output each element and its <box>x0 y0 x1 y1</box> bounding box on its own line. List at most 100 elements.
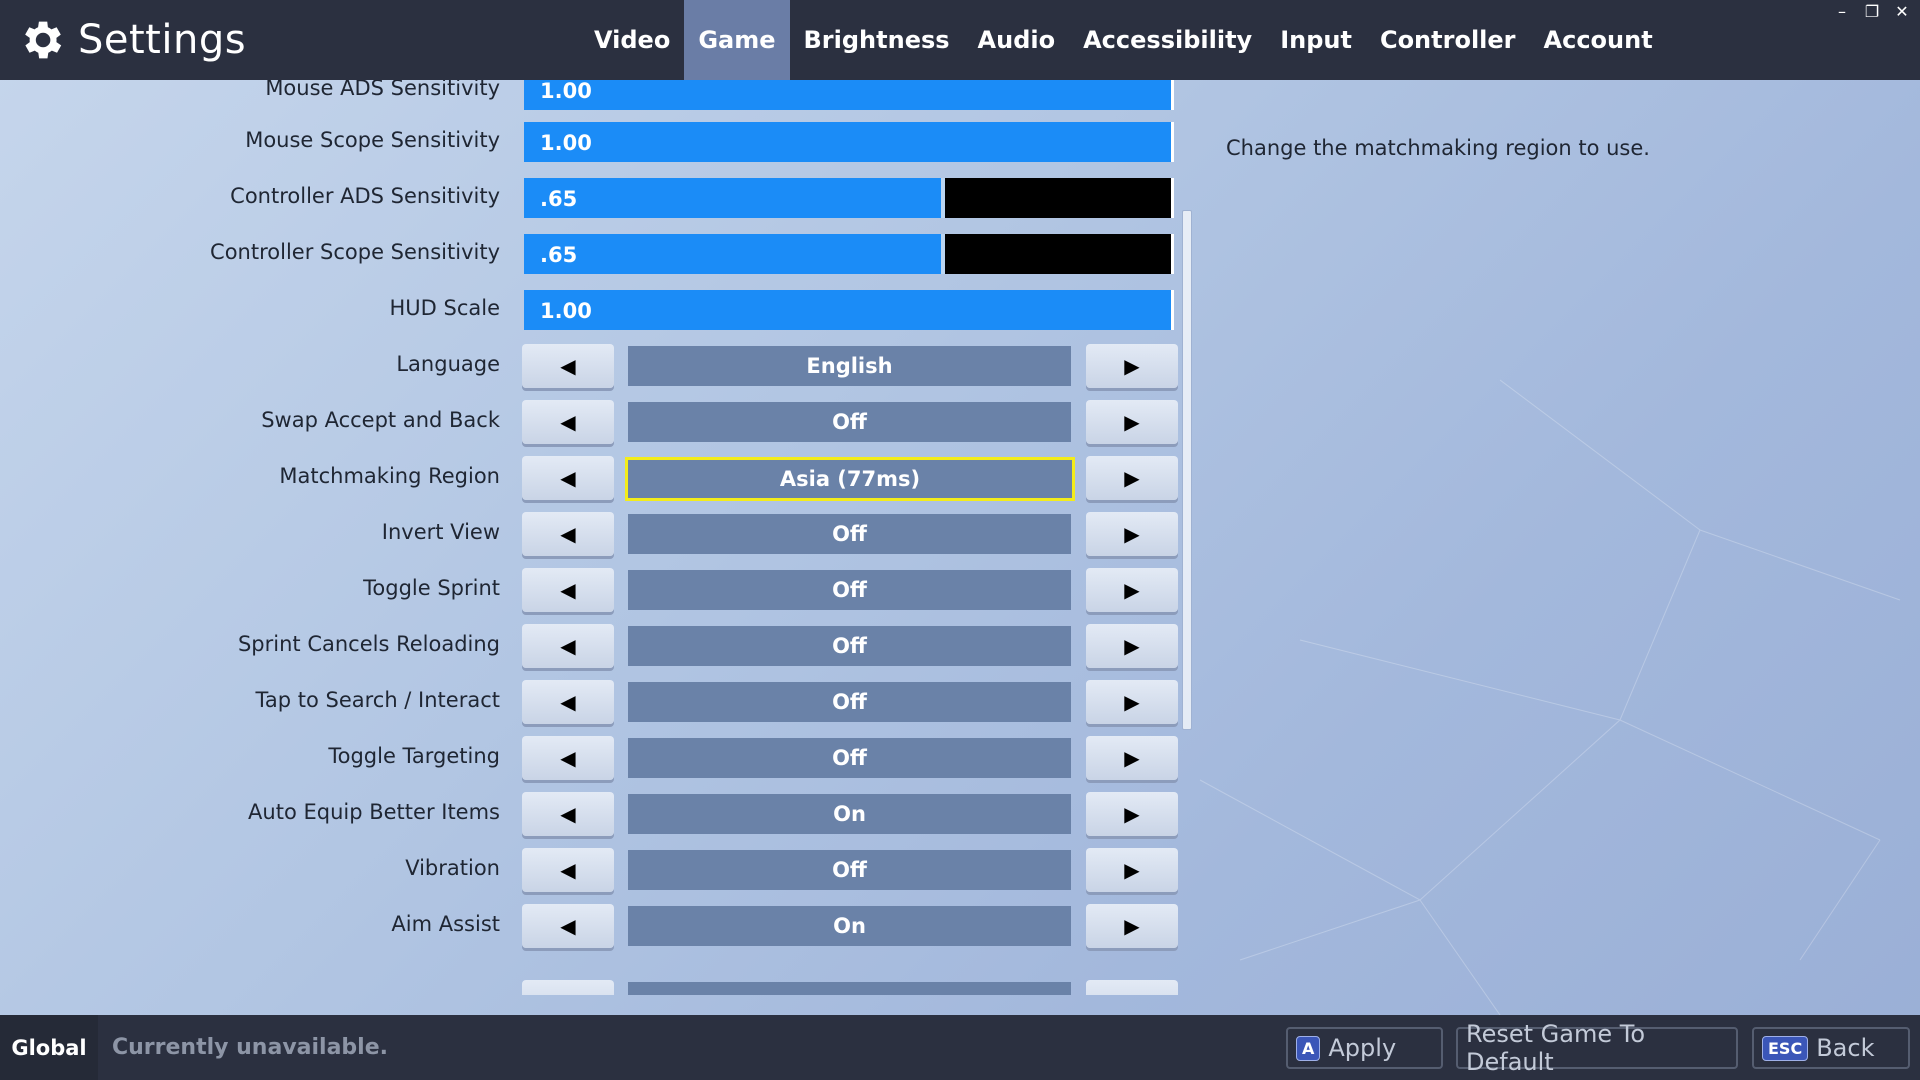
previous-arrow-button[interactable]: ◀ <box>522 848 614 892</box>
bottom-bar: Global Currently unavailable. A Apply Re… <box>0 1015 1920 1080</box>
page-title: Settings <box>78 17 247 63</box>
back-label: Back <box>1816 1034 1875 1062</box>
setting-label: Controller Scope Sensitivity <box>210 240 500 264</box>
esc-key-badge: ESC <box>1762 1035 1809 1061</box>
next-arrow-button[interactable]: ▶ <box>1086 904 1178 948</box>
setting-label: Vibration <box>405 856 500 880</box>
setting-row-toggle-sprint: Toggle Sprint ◀ Off ▶ <box>0 566 1200 612</box>
setting-row-controller-ads-sensitivity: Controller ADS Sensitivity .65 <box>0 174 1200 218</box>
controller-scope-sensitivity-slider[interactable]: .65 <box>524 234 1174 274</box>
a-key-badge: A <box>1296 1035 1321 1061</box>
invert-view-value: Off <box>628 514 1071 554</box>
auto-equip-better-items-value: On <box>628 794 1071 834</box>
hud-scale-slider[interactable]: 1.00 <box>524 290 1174 330</box>
previous-arrow-button[interactable]: ◀ <box>522 904 614 948</box>
setting-label: Mouse ADS Sensitivity <box>265 80 500 100</box>
gear-icon <box>25 21 62 59</box>
back-button[interactable]: ESC Back <box>1752 1027 1910 1069</box>
reset-game-to-default-button[interactable]: Reset Game To Default <box>1456 1020 1738 1076</box>
setting-label: Language <box>396 352 500 376</box>
slider-fill <box>524 80 1171 110</box>
setting-label: Aim Assist <box>391 912 500 936</box>
setting-row-tap-to-search-interact: Tap to Search / Interact ◀ Off ▶ <box>0 678 1200 724</box>
setting-row-aim-assist: Aim Assist ◀ On ▶ <box>0 902 1200 948</box>
slider-value: .65 <box>540 243 578 267</box>
scope-label: Global <box>0 1015 98 1080</box>
slider-fill <box>524 178 945 218</box>
previous-arrow-button[interactable]: ◀ <box>522 400 614 444</box>
next-arrow-button[interactable]: ▶ <box>1086 456 1178 500</box>
apply-button[interactable]: A Apply <box>1286 1027 1443 1069</box>
setting-row-mouse-ads-sensitivity: Mouse ADS Sensitivity 1.00 <box>0 80 1200 110</box>
previous-arrow-button[interactable]: ◀ <box>522 680 614 724</box>
tab-game[interactable]: Game <box>684 0 790 80</box>
previous-arrow-button[interactable] <box>522 980 614 995</box>
tab-input[interactable]: Input <box>1266 0 1366 80</box>
tab-brightness[interactable]: Brightness <box>790 0 964 80</box>
setting-label: Toggle Targeting <box>328 744 500 768</box>
next-arrow-button[interactable]: ▶ <box>1086 400 1178 444</box>
next-arrow-button[interactable]: ▶ <box>1086 624 1178 668</box>
vibration-value: Off <box>628 850 1071 890</box>
next-arrow-button[interactable] <box>1086 980 1178 995</box>
settings-scrollbar[interactable] <box>1182 210 1192 730</box>
language-value: English <box>628 346 1071 386</box>
setting-row-partial <box>0 978 1200 995</box>
previous-arrow-button[interactable]: ◀ <box>522 792 614 836</box>
window-controls: – ❐ ✕ <box>1834 2 1910 21</box>
slider-fill <box>524 290 1171 330</box>
next-arrow-button[interactable]: ▶ <box>1086 344 1178 388</box>
reset-label: Reset Game To Default <box>1466 1020 1646 1076</box>
setting-label: Invert View <box>381 520 500 544</box>
next-arrow-button[interactable]: ▶ <box>1086 680 1178 724</box>
mouse-ads-sensitivity-slider[interactable]: 1.00 <box>524 80 1174 110</box>
setting-row-language: Language ◀ English ▶ <box>0 342 1200 388</box>
tab-video[interactable]: Video <box>580 0 684 80</box>
setting-row-matchmaking-region: Matchmaking Region ◀ Asia (77ms) ▶ <box>0 454 1200 501</box>
previous-arrow-button[interactable]: ◀ <box>522 624 614 668</box>
controller-ads-sensitivity-slider[interactable]: .65 <box>524 178 1174 218</box>
setting-row-toggle-targeting: Toggle Targeting ◀ Off ▶ <box>0 734 1200 780</box>
setting-row-hud-scale: HUD Scale 1.00 <box>0 286 1200 330</box>
mouse-scope-sensitivity-slider[interactable]: 1.00 <box>524 122 1174 162</box>
setting-row-mouse-scope-sensitivity: Mouse Scope Sensitivity 1.00 <box>0 118 1200 162</box>
restore-icon[interactable]: ❐ <box>1864 2 1880 21</box>
previous-arrow-button[interactable]: ◀ <box>522 456 614 500</box>
setting-description: Change the matchmaking region to use. <box>1226 136 1650 160</box>
apply-label: Apply <box>1328 1034 1397 1062</box>
settings-brand: Settings <box>16 12 246 68</box>
setting-label: Toggle Sprint <box>363 576 500 600</box>
slider-value: 1.00 <box>540 80 592 103</box>
tab-account[interactable]: Account <box>1530 0 1667 80</box>
next-arrow-button[interactable]: ▶ <box>1086 512 1178 556</box>
next-arrow-button[interactable]: ▶ <box>1086 848 1178 892</box>
setting-label: Swap Accept and Back <box>261 408 500 432</box>
next-arrow-button[interactable]: ▶ <box>1086 736 1178 780</box>
previous-arrow-button[interactable]: ◀ <box>522 512 614 556</box>
slider-value: 1.00 <box>540 299 592 323</box>
previous-arrow-button[interactable]: ◀ <box>522 344 614 388</box>
setting-row-controller-scope-sensitivity: Controller Scope Sensitivity .65 <box>0 230 1200 274</box>
next-arrow-button[interactable]: ▶ <box>1086 568 1178 612</box>
setting-row-sprint-cancels-reloading: Sprint Cancels Reloading ◀ Off ▶ <box>0 622 1200 668</box>
aim-assist-value: On <box>628 906 1071 946</box>
next-arrow-button[interactable]: ▶ <box>1086 792 1178 836</box>
slider-fill <box>524 234 945 274</box>
tab-accessibility[interactable]: Accessibility <box>1069 0 1266 80</box>
previous-arrow-button[interactable]: ◀ <box>522 736 614 780</box>
close-icon[interactable]: ✕ <box>1894 2 1910 21</box>
setting-row-swap-accept-and-back: Swap Accept and Back ◀ Off ▶ <box>0 398 1200 444</box>
setting-label: Controller ADS Sensitivity <box>230 184 500 208</box>
tab-audio[interactable]: Audio <box>964 0 1070 80</box>
slider-value: 1.00 <box>540 131 592 155</box>
setting-label: Matchmaking Region <box>279 464 500 488</box>
matchmaking-region-value[interactable]: Asia (77ms) <box>625 457 1075 501</box>
tab-controller[interactable]: Controller <box>1366 0 1530 80</box>
minimize-icon[interactable]: – <box>1834 2 1850 21</box>
previous-arrow-button[interactable]: ◀ <box>522 568 614 612</box>
settings-tabs: Video Game Brightness Audio Accessibilit… <box>580 0 1667 80</box>
setting-label: Mouse Scope Sensitivity <box>245 128 500 152</box>
setting-label: Tap to Search / Interact <box>255 688 501 712</box>
status-text: Currently unavailable. <box>112 1035 388 1060</box>
tap-to-search-interact-value: Off <box>628 682 1071 722</box>
